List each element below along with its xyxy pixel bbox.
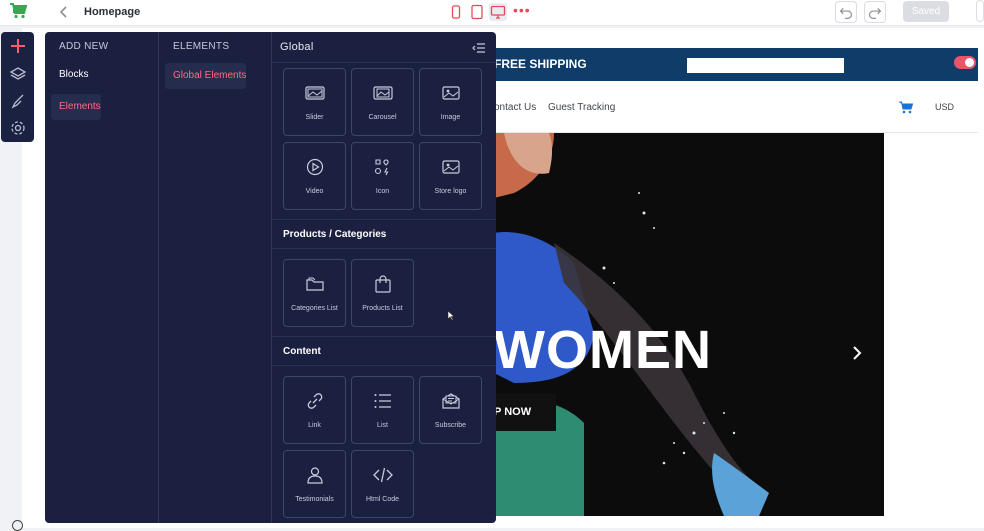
- add-new-column: ADD NEW Blocks Elements: [45, 32, 159, 523]
- tablet-view-icon[interactable]: [468, 3, 486, 21]
- divider: [272, 219, 496, 220]
- tile-label: Image: [440, 114, 461, 121]
- cart-icon[interactable]: [899, 101, 913, 114]
- tile-label: Carousel: [368, 114, 397, 121]
- shop-logo-icon[interactable]: [8, 2, 28, 20]
- slider-icon: [305, 86, 325, 100]
- next-slide-icon[interactable]: [850, 345, 864, 361]
- icons-grid-icon: [374, 159, 389, 176]
- tile-label: Video: [305, 188, 324, 195]
- back-chevron-icon[interactable]: [56, 3, 72, 21]
- tile-list[interactable]: List: [351, 376, 414, 444]
- global-heading: Global: [280, 41, 314, 53]
- add-icon[interactable]: [9, 37, 27, 55]
- menu-item-blocks[interactable]: Blocks: [51, 62, 88, 88]
- brush-icon[interactable]: [9, 92, 27, 110]
- tile-label: Html Code: [365, 496, 400, 503]
- tile-products-list[interactable]: Products List: [351, 259, 414, 327]
- tile-categories-list[interactable]: Categories List: [283, 259, 346, 327]
- tool-rail: [1, 32, 34, 142]
- tile-label: Testimonials: [295, 496, 334, 503]
- page-name: Homepage: [84, 6, 141, 18]
- tile-label: List: [377, 422, 388, 429]
- info-icon[interactable]: [12, 520, 23, 531]
- tile-label: Icon: [375, 188, 390, 195]
- hero-slider: WOMEN P NOW: [494, 133, 884, 516]
- tile-subscribe[interactable]: Subscribe: [419, 376, 482, 444]
- list-icon: [374, 394, 391, 408]
- menu-item-global-elements[interactable]: Global Elements: [165, 63, 247, 89]
- link-icon: [307, 393, 323, 409]
- add-new-heading: ADD NEW: [59, 41, 109, 52]
- image-icon: [442, 86, 460, 100]
- divider: [272, 62, 496, 63]
- currency-selector[interactable]: USD: [935, 102, 954, 112]
- tile-store-logo[interactable]: Store logo: [419, 142, 482, 210]
- global-elements-column: Global Slider Carousel Image Video Icon …: [272, 32, 496, 523]
- layers-icon[interactable]: [9, 65, 27, 83]
- divider: [272, 365, 496, 366]
- hero-title: WOMEN: [494, 320, 712, 380]
- elements-column: ELEMENTS Global Elements: [159, 32, 272, 523]
- section-title-content: Content: [283, 346, 321, 357]
- add-new-panel: ADD NEW Blocks Elements ELEMENTS Global …: [45, 32, 496, 523]
- top-bar: Homepage ••• Saved: [0, 0, 984, 26]
- tile-testimonials[interactable]: Testimonials: [283, 450, 346, 518]
- code-icon: [373, 467, 393, 483]
- shipping-banner-text: FREE SHIPPING: [494, 57, 587, 71]
- nav-link-guest-tracking[interactable]: Guest Tracking: [548, 102, 615, 113]
- tile-link[interactable]: Link: [283, 376, 346, 444]
- tile-label: Categories List: [291, 305, 338, 312]
- collapse-panel-icon[interactable]: [472, 42, 486, 54]
- settings-icon[interactable]: [9, 119, 27, 137]
- carousel-icon: [373, 86, 393, 100]
- banner-placeholder-box: [687, 58, 844, 73]
- section-title-products: Products / Categories: [283, 229, 387, 240]
- menu-item-elements[interactable]: Elements: [51, 94, 101, 120]
- divider: [272, 336, 496, 337]
- more-options-button[interactable]: •••: [513, 2, 531, 18]
- nav-link-contact[interactable]: ontact Us: [494, 102, 536, 113]
- mouse-cursor-icon: [448, 311, 454, 320]
- undo-icon[interactable]: [835, 1, 857, 23]
- saved-button[interactable]: Saved: [903, 1, 949, 22]
- tile-image[interactable]: Image: [419, 68, 482, 136]
- store-nav: ontact Us Guest Tracking USD: [494, 81, 978, 133]
- tile-label: Slider: [305, 114, 324, 121]
- desktop-view-icon[interactable]: [489, 3, 507, 21]
- tile-label: Link: [308, 422, 321, 429]
- extra-control[interactable]: [976, 0, 984, 22]
- envelope-icon: [442, 393, 460, 409]
- tile-video[interactable]: Video: [283, 142, 346, 210]
- store-preview: FREE SHIPPING ontact Us Guest Tracking U…: [494, 48, 978, 528]
- tile-label: Products List: [362, 305, 403, 312]
- folder-icon: [306, 277, 324, 291]
- mobile-view-icon[interactable]: [447, 3, 465, 21]
- shipping-banner: FREE SHIPPING: [494, 48, 978, 81]
- store-logo-icon: [442, 160, 460, 174]
- shopping-bag-icon: [375, 275, 391, 293]
- user-icon: [307, 467, 323, 484]
- video-play-icon: [306, 158, 324, 176]
- redo-icon[interactable]: [864, 1, 886, 23]
- tile-label: Store logo: [434, 188, 467, 195]
- toggle-switch[interactable]: [954, 56, 976, 69]
- tile-html-code[interactable]: Html Code: [351, 450, 414, 518]
- shop-now-button[interactable]: P NOW: [494, 394, 556, 431]
- tile-label: Subscribe: [434, 422, 467, 429]
- tile-carousel[interactable]: Carousel: [351, 68, 414, 136]
- tile-icon[interactable]: Icon: [351, 142, 414, 210]
- tile-slider[interactable]: Slider: [283, 68, 346, 136]
- elements-heading: ELEMENTS: [173, 41, 230, 52]
- divider: [272, 248, 496, 249]
